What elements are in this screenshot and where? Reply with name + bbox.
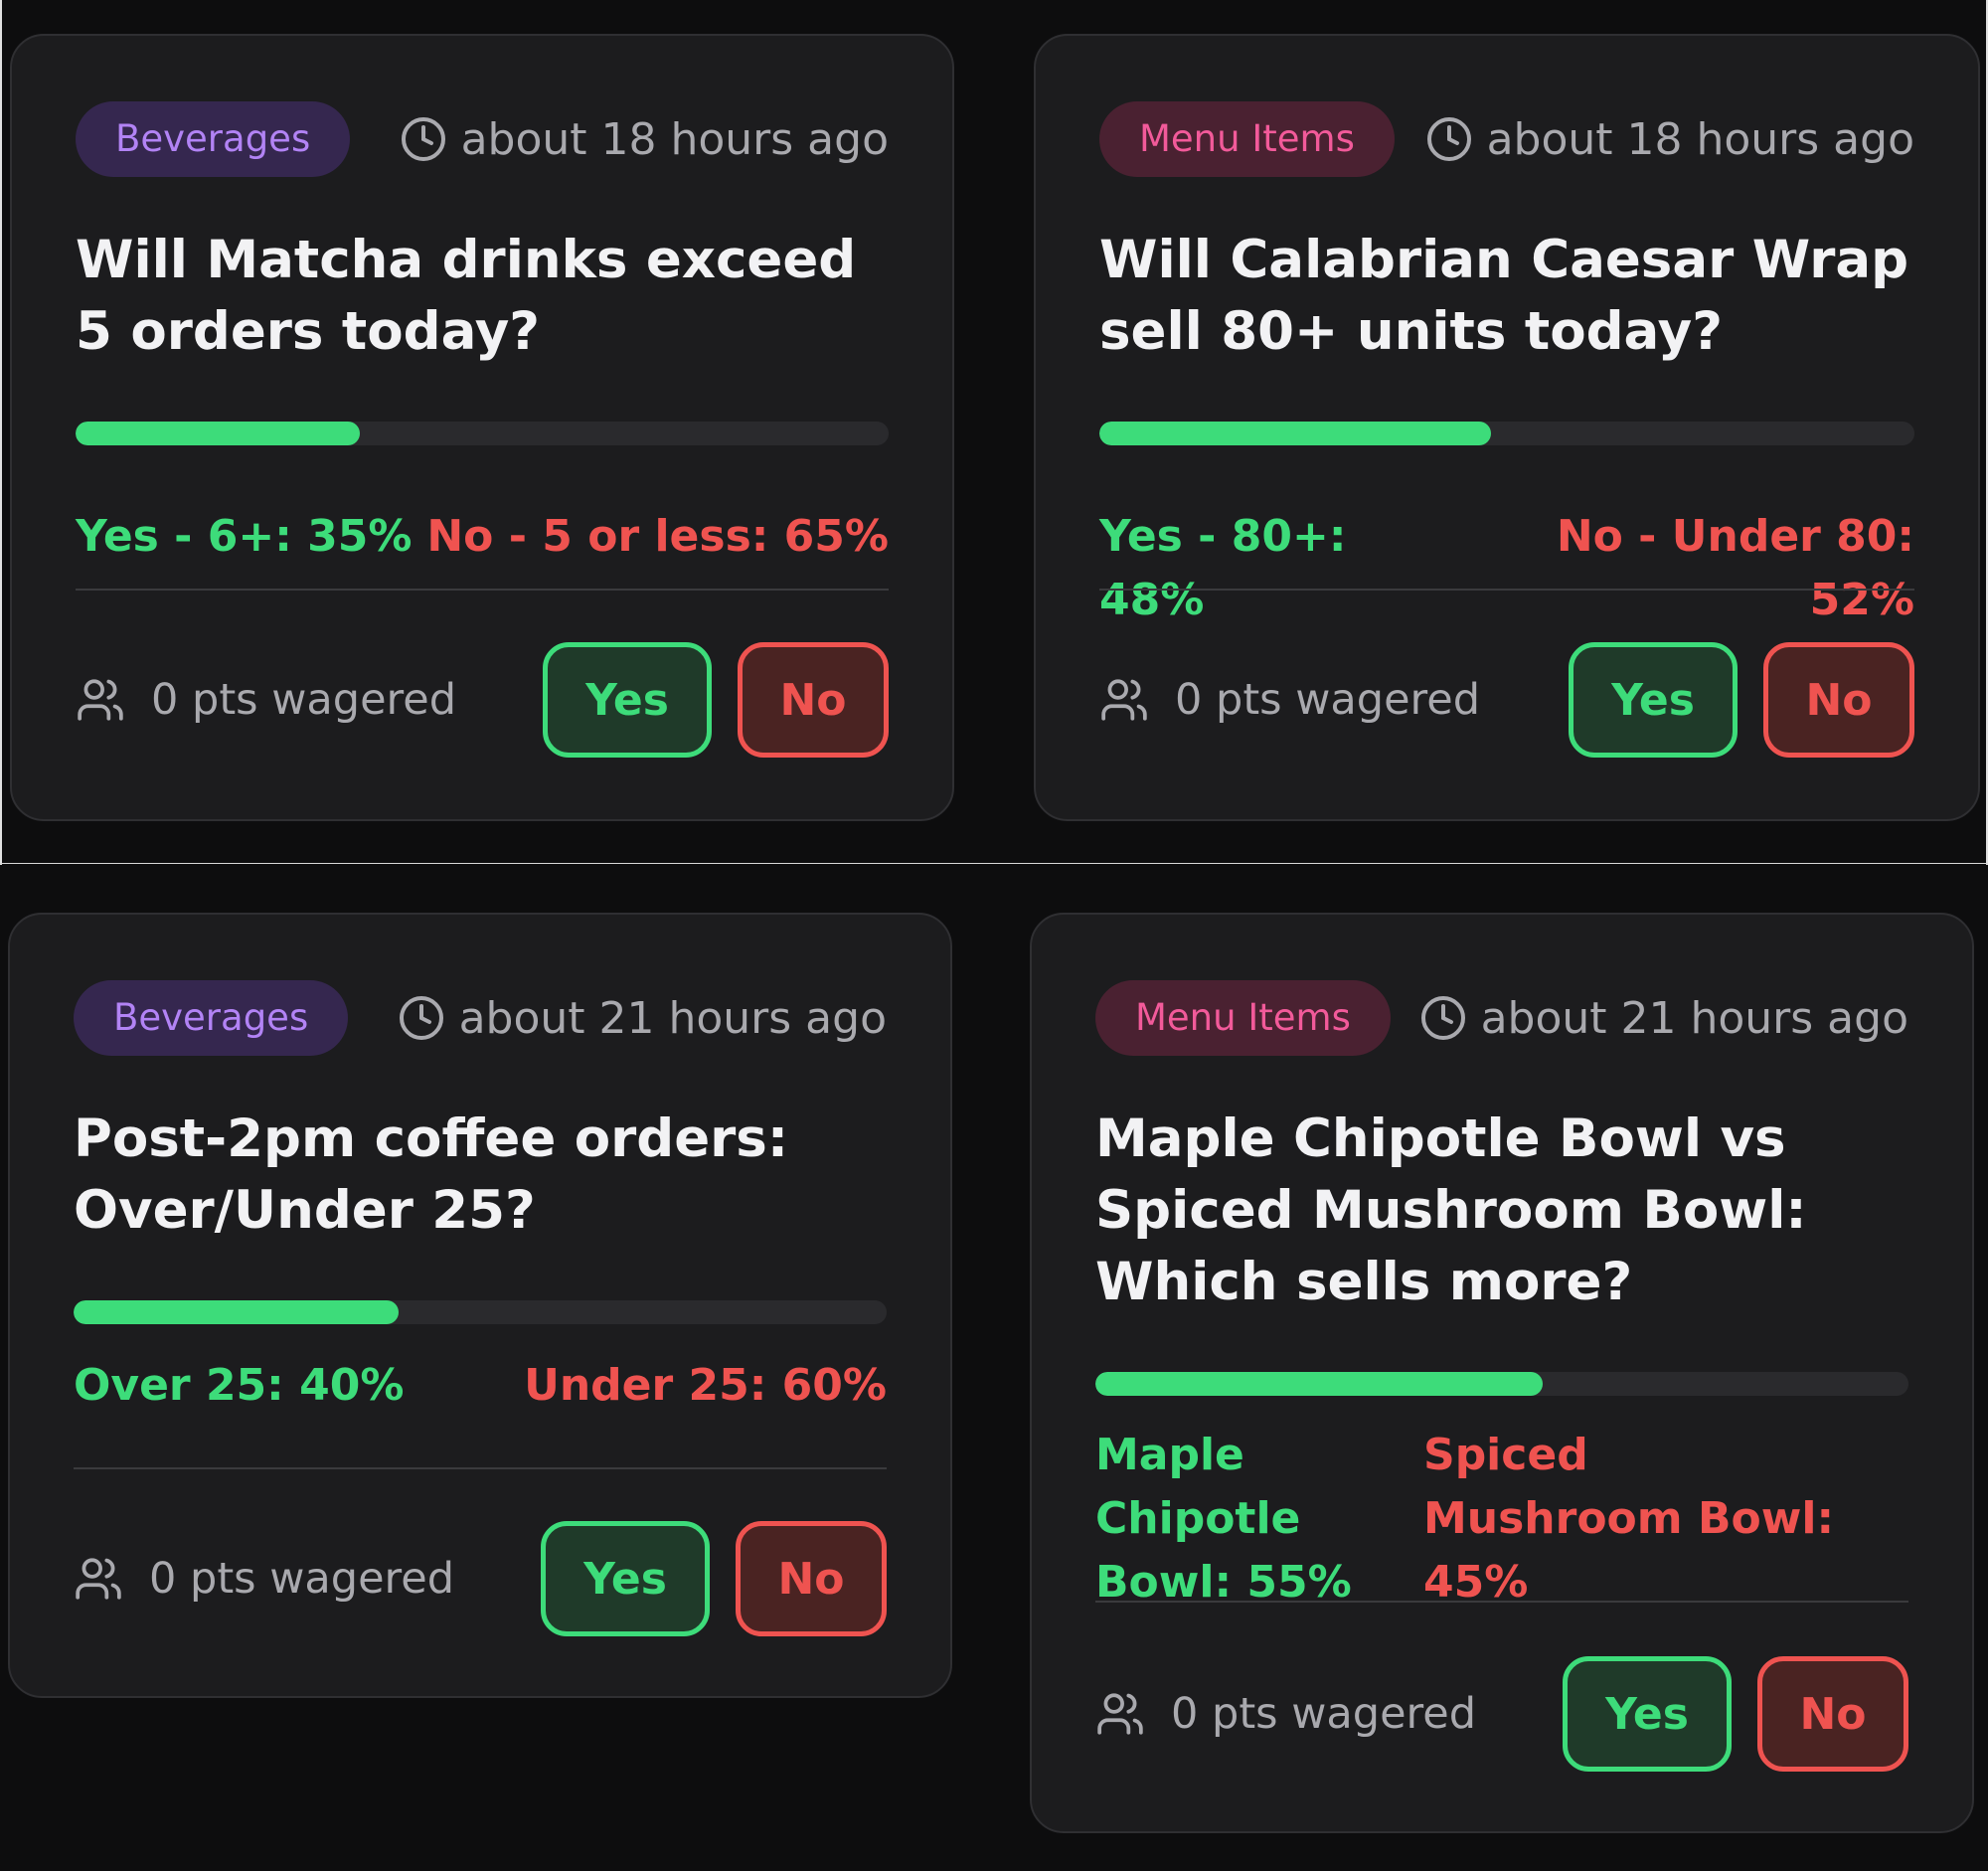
prediction-card-caesar-wrap: Menu Items about 18 hours ago Will Calab… [1034,34,1980,821]
clock-icon [1420,996,1465,1040]
odds-progress-bar [76,422,889,445]
odds-labels: Yes - 6+: 35% No - 5 or less: 65% [76,505,889,569]
wager-text: 0 pts wagered [149,1554,455,1604]
wager-text: 0 pts wagered [1171,1689,1477,1739]
question-title: Post-2pm coffee orders: Over/Under 25? [74,1108,789,1241]
no-odds-label: No - Under 80: 52% [1556,511,1914,625]
no-odds-label: Under 25: 60% [524,1360,887,1411]
odds-labels: Maple Chipotle Bowl: 55% Spiced Mushroom… [1095,1424,1908,1615]
yes-odds-label: Maple Chipotle Bowl: 55% [1095,1430,1352,1608]
no-button[interactable]: No [1757,1656,1908,1772]
category-badge[interactable]: Menu Items [1095,980,1391,1056]
category-badge[interactable]: Beverages [74,980,349,1056]
timestamp-text: about 18 hours ago [1486,113,1914,165]
timestamp: about 18 hours ago [1425,109,1914,169]
card-divider [1099,589,1914,591]
clock-icon [399,996,443,1040]
users-icon [1101,679,1147,721]
prediction-card-matcha: Beverages about 18 hours ago Will Matcha… [10,34,954,821]
wager-text: 0 pts wagered [1175,675,1481,725]
users-icon [76,1558,121,1600]
odds-progress-bar [1095,1372,1908,1396]
odds-progress-bar [74,1300,887,1324]
wager-info: 0 pts wagered [1095,1689,1563,1739]
odds-labels: Yes - 80+: 48% No - Under 80: 52% [1099,505,1914,632]
timestamp-text: about 21 hours ago [1480,992,1908,1044]
no-button[interactable]: No [1763,642,1914,758]
odds-progress-bar [1099,422,1914,445]
wager-info: 0 pts wagered [76,675,543,725]
yes-odds-label: Over 25: 40% [74,1360,405,1411]
no-button[interactable]: No [738,642,889,758]
prediction-card-bowls: Menu Items about 21 hours ago Maple Chip… [1030,913,1974,1833]
clock-icon [1426,117,1471,161]
timestamp: about 18 hours ago [400,109,889,169]
card-footer: 0 pts wagered Yes No [1095,1656,1908,1772]
wager-info: 0 pts wagered [74,1554,541,1604]
timestamp: about 21 hours ago [1419,988,1908,1048]
odds-labels: Over 25: 40% Under 25: 60% [74,1354,887,1418]
no-odds-label: No - 5 or less: 65% [426,511,889,562]
yes-odds-label: Yes - 80+: 48% [1099,511,1347,625]
yes-button[interactable]: Yes [543,642,712,758]
odds-progress-fill [1099,422,1491,445]
yes-button[interactable]: Yes [541,1521,710,1636]
yes-button[interactable]: Yes [1569,642,1738,758]
no-odds-label: Spiced Mushroom Bowl: 45% [1423,1430,1835,1608]
timestamp-text: about 18 hours ago [460,113,889,165]
yes-button[interactable]: Yes [1563,1656,1732,1772]
odds-progress-fill [74,1300,400,1324]
odds-progress-fill [1095,1372,1543,1396]
prediction-card-coffee: Beverages about 21 hours ago Post-2pm co… [8,913,952,1698]
screenshot-border-left [0,0,2,865]
card-divider [74,1467,887,1469]
category-badge[interactable]: Menu Items [1099,101,1395,177]
screenshot-divider [0,863,1988,864]
odds-progress-fill [76,422,361,445]
users-icon [1097,1693,1143,1735]
category-badge[interactable]: Beverages [76,101,351,177]
question-title: Will Matcha drinks exceed 5 orders today… [76,230,857,362]
users-icon [78,679,123,721]
no-button[interactable]: No [736,1521,887,1636]
card-footer: 0 pts wagered Yes No [76,642,889,758]
wager-text: 0 pts wagered [151,675,457,725]
timestamp: about 21 hours ago [398,988,887,1048]
clock-icon [401,117,445,161]
card-divider [76,589,889,591]
wager-info: 0 pts wagered [1099,675,1569,725]
card-footer: 0 pts wagered Yes No [74,1521,887,1636]
yes-odds-label: Yes - 6+: 35% [76,511,413,562]
question-title: Maple Chipotle Bowl vs Spiced Mushroom B… [1095,1108,1807,1312]
card-divider [1095,1601,1908,1603]
card-footer: 0 pts wagered Yes No [1099,642,1914,758]
question-title: Will Calabrian Caesar Wrap sell 80+ unit… [1099,230,1909,362]
timestamp-text: about 21 hours ago [458,992,887,1044]
